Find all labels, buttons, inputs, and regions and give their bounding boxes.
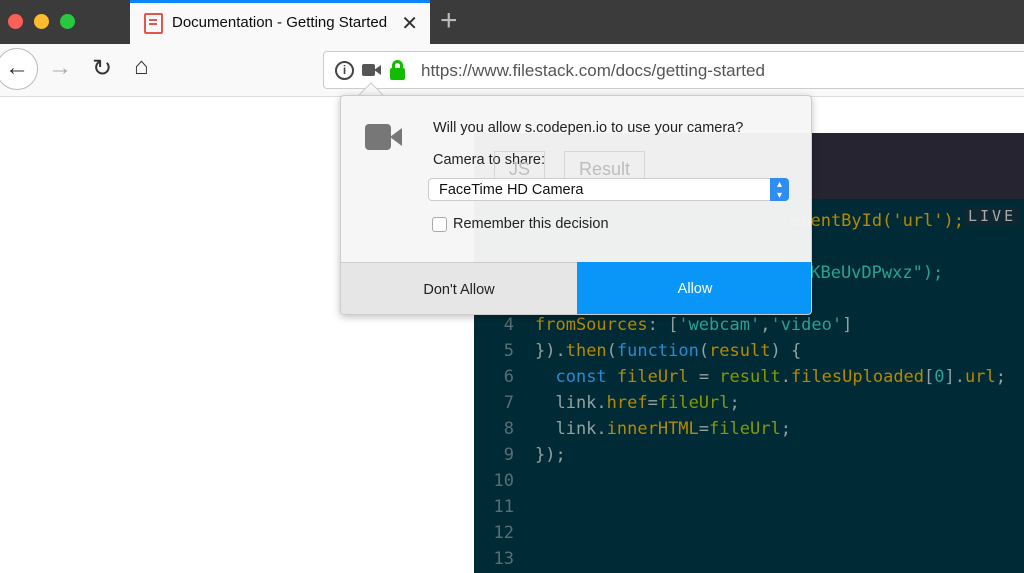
code-line-1: ementById('url'); [790,211,964,231]
home-button[interactable]: ⌂ [134,53,149,81]
tab-bar: Documentation - Getting Started ✕ + [0,0,1024,44]
allow-button[interactable]: Allow [577,262,811,314]
live-badge: LIVE [964,207,1021,225]
code-line-4: fromSources: ['webcam','video'] [535,315,853,335]
code-line-3: yKBeUvDPwxz"); [800,263,944,283]
line-number: 6 [503,367,514,387]
maximize-window-button[interactable] [60,14,75,29]
remember-checkbox[interactable] [432,217,447,232]
forward-button[interactable]: → [48,54,72,82]
line-number: 13 [493,549,514,569]
line-number: 4 [503,315,514,335]
line-number: 10 [493,471,514,491]
camera-icon [365,124,402,150]
code-line-9: }); [535,445,566,465]
line-number: 9 [503,445,514,465]
camera-select[interactable]: FaceTime HD Camera ▴ ▾ [428,178,789,201]
url-bar[interactable]: i https://www.filestack.com/docs/getting… [323,51,1024,89]
favicon-icon [144,13,163,34]
minimize-window-button[interactable] [34,14,49,29]
camera-selected-value: FaceTime HD Camera [439,182,584,198]
info-icon[interactable]: i [335,61,354,80]
line-number: 7 [503,393,514,413]
camera-permission-dialog: Will you allow s.codepen.io to use your … [340,95,812,315]
tab-documentation[interactable]: Documentation - Getting Started ✕ [130,0,430,44]
permission-question: Will you allow s.codepen.io to use your … [433,120,744,136]
remember-label[interactable]: Remember this decision [453,216,609,232]
url-text: https://www.filestack.com/docs/getting-s… [421,61,765,80]
code-line-6: const fileUrl = result.filesUploaded[0].… [555,367,1006,387]
lock-icon[interactable] [390,60,405,80]
dont-allow-button[interactable]: Don't Allow [341,262,577,314]
camera-icon[interactable] [362,64,381,76]
code-line-5: }).then(function(result) { [535,341,802,361]
code-line-7: link.href=fileUrl; [535,393,740,413]
line-number: 11 [493,497,514,517]
chevron-up-down-icon: ▴ ▾ [770,178,789,201]
close-window-button[interactable] [8,14,23,29]
line-number: 12 [493,523,514,543]
new-tab-button[interactable]: + [440,4,458,38]
navigation-bar: ← → ↻ ⌂ i https://www.filestack.com/docs… [0,44,1024,97]
line-number: 5 [503,341,514,361]
reload-button[interactable]: ↻ [92,54,112,83]
back-button[interactable]: ← [0,48,38,90]
close-tab-icon[interactable]: ✕ [401,11,418,36]
tab-title: Documentation - Getting Started [172,14,388,31]
line-number: 8 [503,419,514,439]
camera-label: Camera to share: [433,152,546,168]
code-line-8: link.innerHTML=fileUrl; [535,419,791,439]
